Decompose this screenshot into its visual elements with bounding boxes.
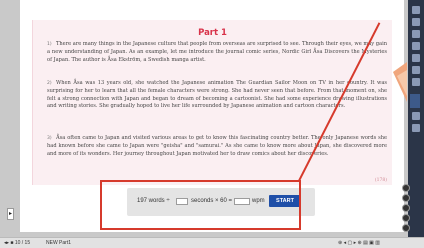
nav-dot[interactable] — [402, 184, 410, 192]
paragraph-1: 1) There are many things in the Japanese … — [47, 41, 387, 64]
paragraph-number: 3) — [47, 136, 52, 141]
viewer-controls[interactable]: ⊕ ◂ ▢ ▸ ⊕ ▤ ▣ ▥ — [338, 240, 380, 246]
active-tool-highlight — [410, 94, 420, 108]
page-indicator[interactable]: ◂▸ ■ 10 / 15 — [4, 240, 30, 246]
nav-dot[interactable] — [402, 194, 410, 202]
paragraph-3: 3) Åsa often came to Japan and visited va… — [47, 135, 387, 158]
menu-icon[interactable] — [412, 18, 420, 26]
nav-dot[interactable] — [402, 224, 410, 232]
part-title: Part 1 — [198, 28, 227, 38]
pen-icon[interactable] — [412, 30, 420, 38]
collapse-panel-icon[interactable]: ▸ — [7, 208, 14, 220]
nav-dot[interactable] — [402, 214, 410, 222]
nav-dot[interactable] — [402, 204, 410, 212]
highlight-frame — [100, 180, 301, 230]
paragraph-text: There are many things in the Japanese cu… — [47, 41, 387, 63]
paragraph-text: Åsa often came to Japan and visited vari… — [47, 135, 387, 157]
paragraph-number: 1) — [47, 42, 52, 47]
status-bar: ◂▸ ■ 10 / 15 NEW Part1 ⊕ ◂ ▢ ▸ ⊕ ▤ ▣ ▥ — [0, 237, 424, 248]
home-icon[interactable] — [412, 6, 420, 14]
eraser-icon[interactable] — [412, 54, 420, 62]
text-icon[interactable] — [412, 78, 420, 86]
page-number: (178) — [374, 178, 387, 183]
document-title: NEW Part1 — [46, 240, 72, 246]
settings-icon[interactable] — [412, 124, 420, 132]
marker-icon[interactable] — [412, 42, 420, 50]
right-toolbar — [408, 0, 424, 248]
shape-icon[interactable] — [412, 66, 420, 74]
paragraph-number: 2) — [47, 81, 52, 86]
zoom-icon[interactable] — [412, 112, 420, 120]
frog-mascot-icon — [393, 62, 407, 102]
